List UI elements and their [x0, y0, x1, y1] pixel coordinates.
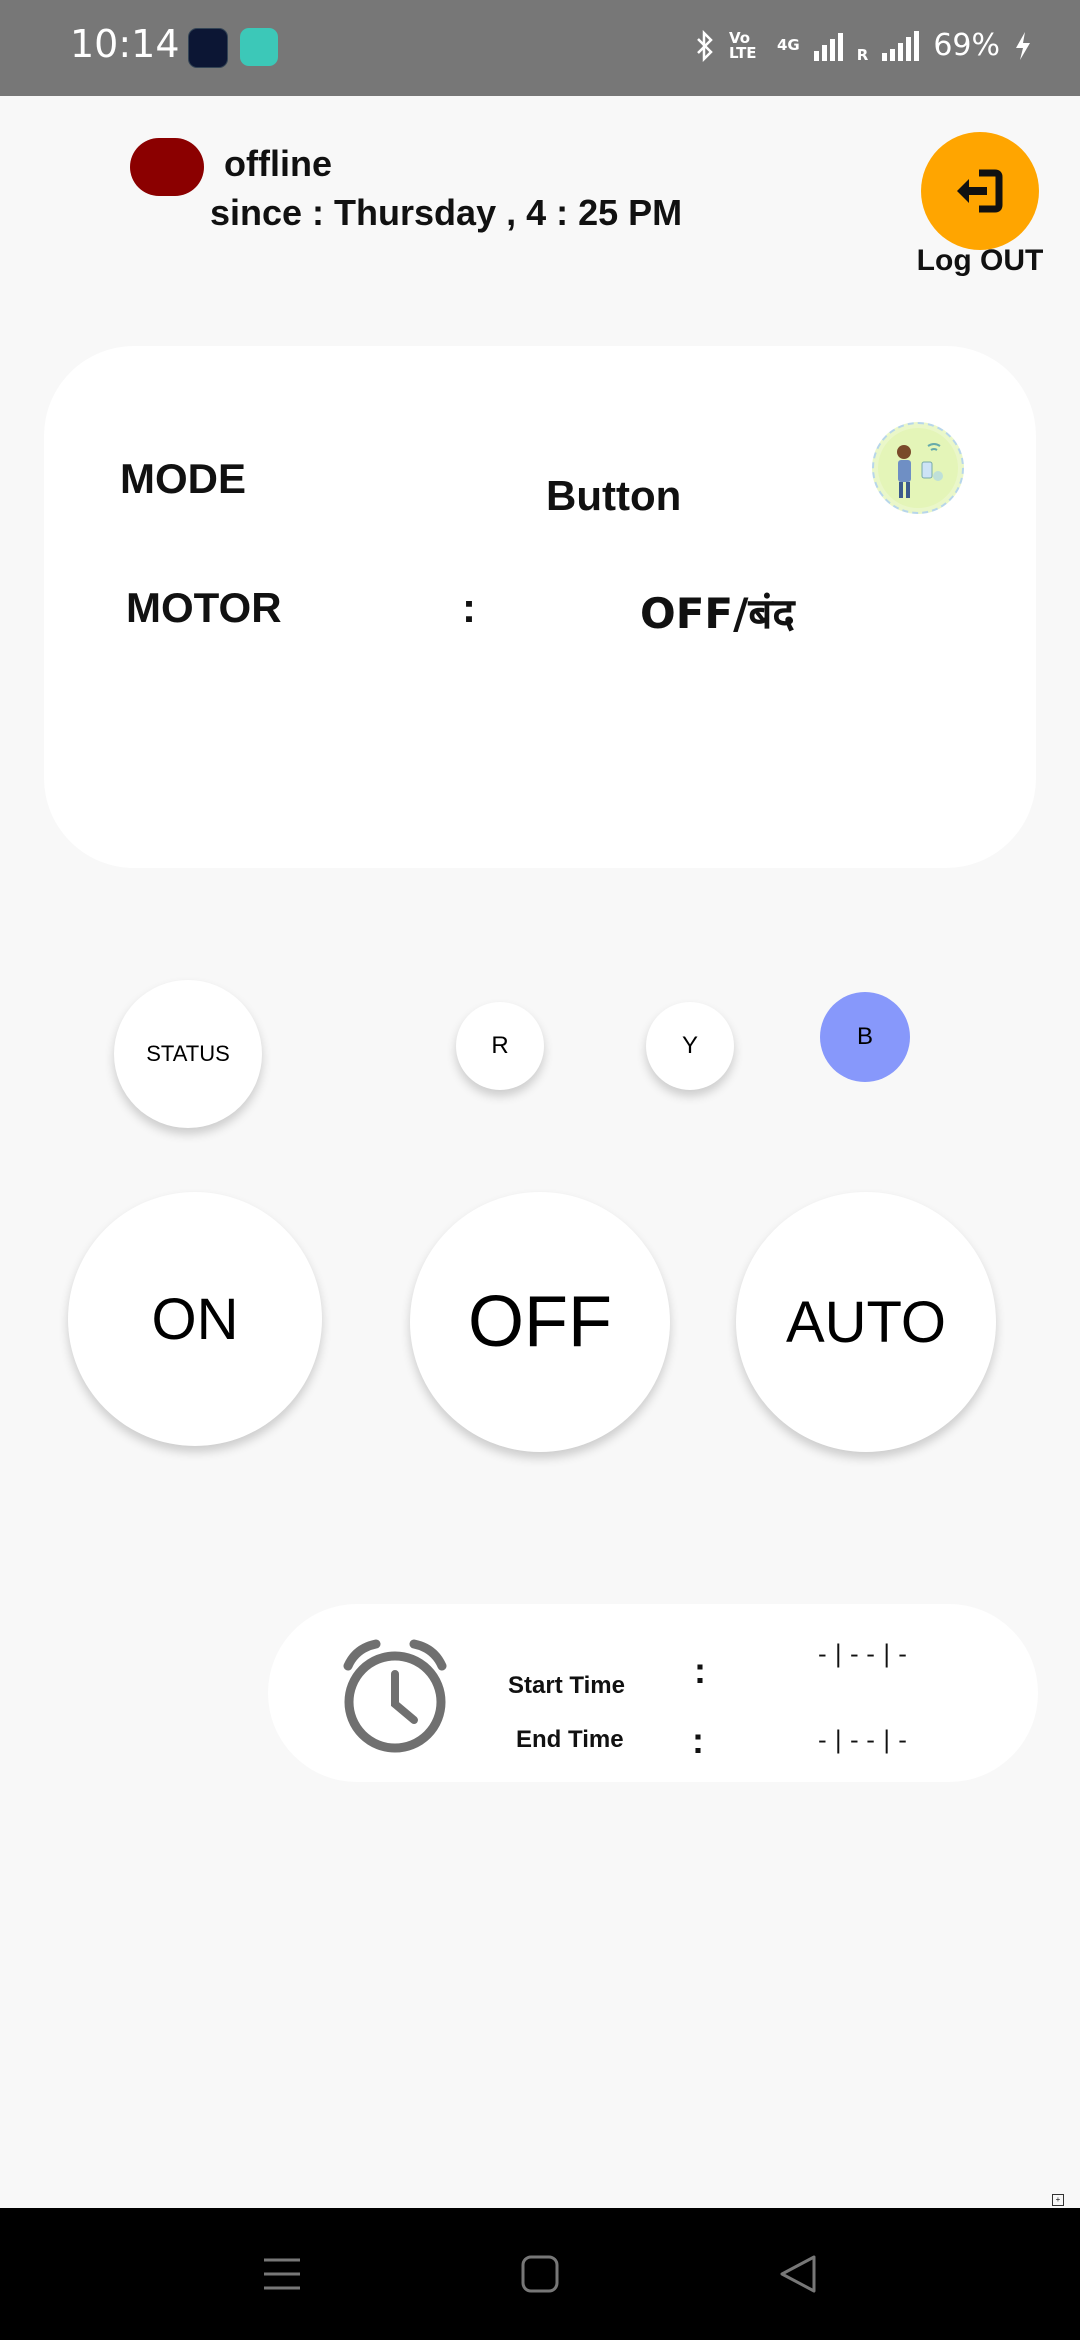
- system-indicators: Vo LTE 4G R 69%: [695, 28, 1032, 63]
- mode-value: Button: [546, 472, 682, 519]
- volte-indicator: Vo LTE: [729, 28, 757, 62]
- motor-label: MOTOR: [126, 584, 282, 631]
- signal-strength-2-icon: [882, 30, 920, 61]
- home-icon[interactable]: [520, 2254, 560, 2294]
- start-time-separator: :: [694, 1650, 706, 1691]
- back-icon[interactable]: [778, 2254, 818, 2294]
- chat-notification-icon: [240, 28, 278, 66]
- roaming-indicator: R: [856, 46, 869, 64]
- motor-state-value: OFF/बंद: [640, 589, 795, 638]
- app-notification-icon: [188, 28, 228, 68]
- start-time-label: Start Time: [508, 1672, 625, 1699]
- bluetooth-icon: [697, 29, 713, 62]
- logout-label: Log OUT: [916, 244, 1044, 277]
- motor-separator: :: [462, 584, 476, 631]
- end-time-separator: :: [692, 1720, 704, 1761]
- logout-button[interactable]: [921, 132, 1039, 250]
- mode-label: MODE: [120, 455, 246, 502]
- status-bar: 10:14 Vo LTE 4G R 69%: [0, 0, 1080, 96]
- charging-icon: [1016, 31, 1030, 60]
- battery-percent: 69%: [933, 28, 1000, 63]
- motor-on-button[interactable]: ON: [68, 1192, 322, 1446]
- alarm-clock-icon[interactable]: [334, 1636, 456, 1758]
- clock-time: 10:14: [70, 22, 180, 66]
- motor-auto-button[interactable]: AUTO: [736, 1192, 996, 1452]
- network-type: 4G: [777, 36, 800, 54]
- end-time-value: - | - - | -: [818, 1726, 907, 1754]
- farmer-logo-icon: [872, 422, 964, 514]
- menu-icon[interactable]: [262, 2254, 302, 2294]
- logout-icon: [957, 169, 1003, 213]
- connection-status: offline: [224, 143, 332, 184]
- last-seen-text: since : Thursday , 4 : 25 PM: [210, 192, 683, 233]
- signal-strength-icon: [813, 31, 843, 61]
- end-time-label: End Time: [516, 1726, 624, 1753]
- connection-status-dot: [130, 138, 204, 196]
- motor-off-button[interactable]: OFF: [410, 1192, 670, 1452]
- start-time-value: - | - - | -: [818, 1640, 907, 1668]
- screen-record-icon: +: [1052, 2194, 1064, 2206]
- phase-r-button[interactable]: R: [456, 1002, 544, 1090]
- status-button[interactable]: STATUS: [114, 980, 262, 1128]
- phase-b-button[interactable]: B: [820, 992, 910, 1082]
- phase-y-button[interactable]: Y: [646, 1002, 734, 1090]
- navigation-bar: [0, 2208, 1080, 2340]
